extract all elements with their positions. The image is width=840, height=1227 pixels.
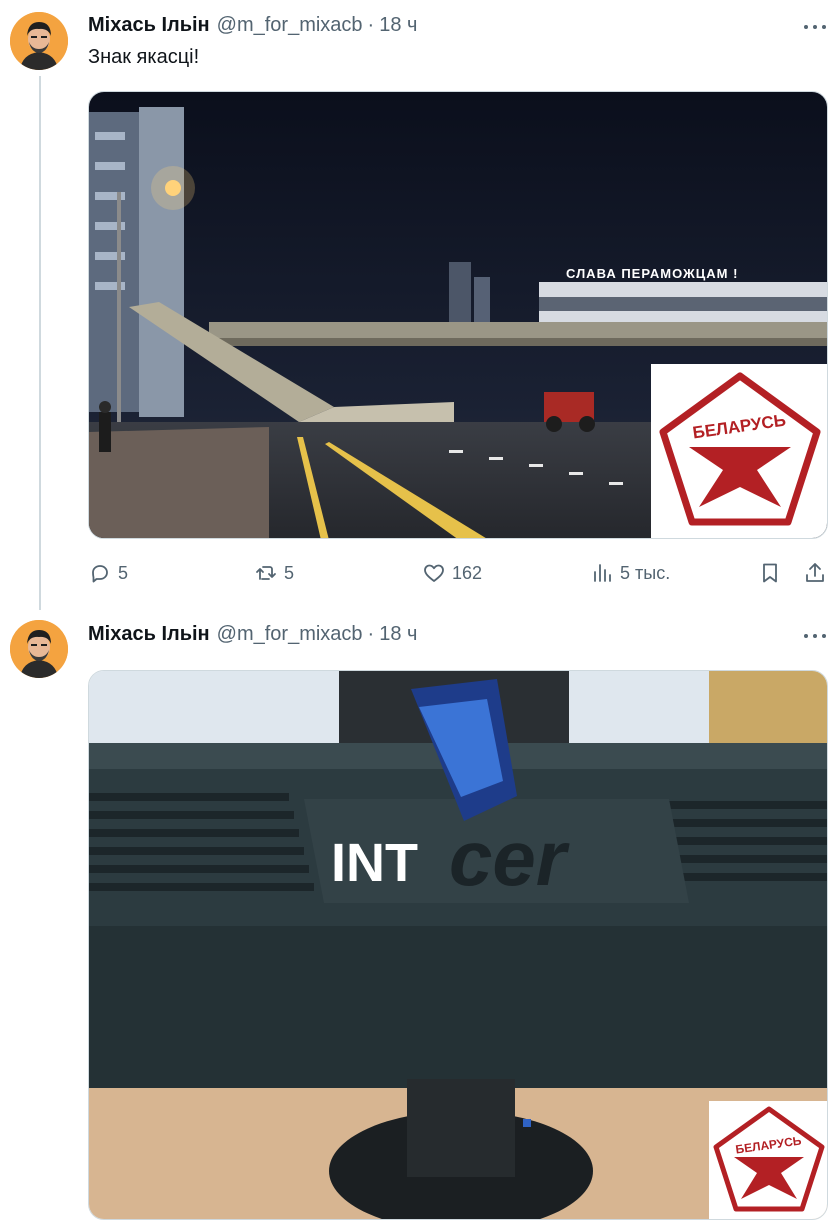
- bookmark-icon: [763, 563, 777, 583]
- logo-text-2: cer: [449, 814, 570, 902]
- like-count: 162: [452, 562, 483, 583]
- tweet-media-image[interactable]: СЛАВА ПЕРАМОЖЦАМ ! БЕЛАРУСЬ: [88, 91, 828, 539]
- share-icon: [806, 563, 824, 582]
- heart-icon: [424, 564, 444, 582]
- author-name[interactable]: Міхась Ільін: [88, 14, 210, 37]
- timestamp[interactable]: 18 ч: [379, 14, 417, 37]
- avatar[interactable]: [10, 620, 68, 678]
- retweet-icon: [256, 566, 276, 580]
- building-sign-text: СЛАВА ПЕРАМОЖЦАМ !: [566, 266, 738, 281]
- views-count: 5 тыс.: [620, 562, 671, 583]
- tweet[interactable]: Міхась Ільін @m_for_mixacb · 18 ч INT ce…: [0, 606, 840, 1227]
- tweet-media-image[interactable]: INT cer БЕЛАРУСЬ: [88, 670, 828, 1220]
- author-handle[interactable]: @m_for_mixacb: [217, 623, 363, 646]
- bookmark-button[interactable]: [758, 558, 782, 588]
- views-button[interactable]: 5 тыс.: [590, 558, 670, 588]
- like-button[interactable]: 162: [422, 558, 482, 588]
- more-options-icon[interactable]: [802, 626, 828, 646]
- logo-text: INT: [331, 833, 418, 893]
- retweet-button[interactable]: 5: [254, 558, 294, 588]
- separator-dot: ·: [367, 13, 375, 36]
- reply-icon: [92, 565, 108, 583]
- separator-dot: ·: [367, 622, 375, 645]
- timestamp[interactable]: 18 ч: [379, 623, 417, 646]
- tweet-text: Знак якасці!: [88, 46, 200, 68]
- avatar[interactable]: [10, 12, 68, 70]
- reply-button[interactable]: 5: [88, 558, 128, 588]
- tweet[interactable]: Міхась Ільін @m_for_mixacb · 18 ч Знак я…: [0, 0, 840, 606]
- retweet-count: 5: [284, 562, 295, 583]
- share-button[interactable]: [803, 558, 827, 588]
- reply-count: 5: [118, 562, 129, 583]
- tweet-header: Міхась Ільін @m_for_mixacb · 18 ч: [88, 622, 417, 646]
- tweet-header: Міхась Ільін @m_for_mixacb · 18 ч: [88, 13, 417, 37]
- tweet-actions: 5 5 162 5 тыс.: [88, 558, 828, 588]
- author-handle[interactable]: @m_for_mixacb: [217, 14, 363, 37]
- views-chart-icon: [594, 564, 611, 582]
- author-name[interactable]: Міхась Ільін: [88, 623, 210, 646]
- more-options-icon[interactable]: [802, 17, 828, 37]
